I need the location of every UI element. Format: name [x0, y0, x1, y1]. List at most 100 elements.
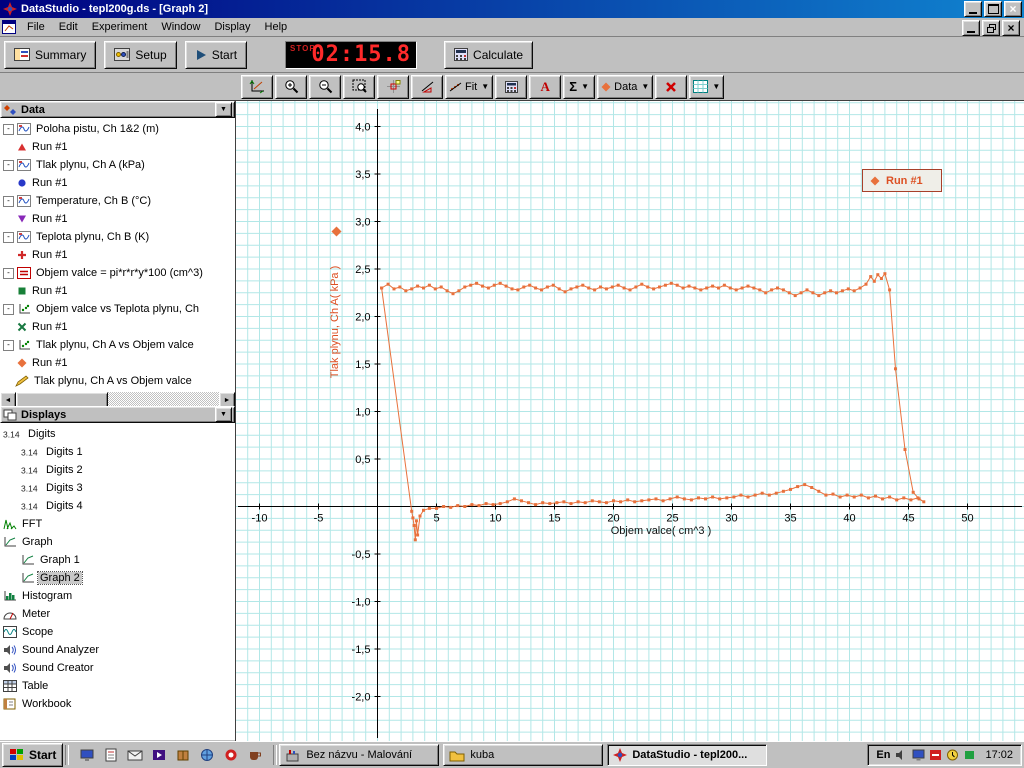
display-item-digits-4[interactable]: 3.14 Digits 4 — [0, 497, 235, 515]
scale-to-fit-button[interactable] — [241, 74, 273, 99]
tray-antivirus-icon[interactable] — [929, 749, 942, 761]
display-item-scope[interactable]: Scope — [0, 623, 235, 641]
maximize-button[interactable] — [984, 1, 1002, 17]
tray-volume-icon[interactable] — [895, 749, 908, 761]
collapse-toggle[interactable]: - — [3, 231, 14, 243]
data-dropdown-button[interactable]: Data ▼ — [597, 74, 654, 99]
minimize-button[interactable] — [964, 1, 982, 17]
setup-button[interactable]: Setup — [104, 40, 177, 69]
collapse-toggle[interactable]: - — [3, 267, 14, 279]
calculate-button[interactable]: Calculate — [444, 40, 534, 69]
menu-window[interactable]: Window — [154, 19, 207, 35]
task-button[interactable]: kuba — [443, 744, 604, 766]
display-item-histogram[interactable]: Histogram — [0, 587, 235, 605]
data-source-item[interactable]: - Poloha pistu, Ch 1&2 (m) — [0, 120, 235, 138]
graph-settings-icon — [693, 80, 709, 93]
data-source-item[interactable]: - Tlak plynu, Ch A vs Objem valce — [0, 336, 235, 354]
display-item-fft[interactable]: FFT — [0, 515, 235, 533]
fit-dropdown-button[interactable]: Fit ▼ — [445, 74, 494, 99]
collapse-toggle[interactable]: - — [3, 303, 14, 315]
chart-plot[interactable]: -10 -5 5 10 15 20 25 30 35 40 45 50 4,0 3,5 3,0 2,5 2,0 1… — [236, 101, 1024, 741]
data-source-item[interactable]: - Tlak plynu, Ch A (kPa) — [0, 156, 235, 174]
quicklaunch-package-icon[interactable] — [173, 745, 193, 765]
data-run-item[interactable]: Run #1 — [0, 354, 235, 372]
collapse-toggle[interactable]: - — [3, 159, 14, 171]
task-button[interactable]: DataStudio - tepl200... — [607, 744, 768, 766]
slope-tool-button[interactable] — [411, 74, 443, 99]
tray-display-icon[interactable] — [912, 749, 925, 761]
data-source-item[interactable]: - Teplota plynu, Ch B (K) — [0, 228, 235, 246]
menu-edit[interactable]: Edit — [52, 19, 85, 35]
data-run-item[interactable]: Run #1 — [0, 138, 235, 156]
display-item-digits-1[interactable]: 3.14 Digits 1 — [0, 443, 235, 461]
display-item-digits-2[interactable]: 3.14 Digits 2 — [0, 461, 235, 479]
zoom-in-button[interactable] — [275, 74, 307, 99]
collapse-toggle[interactable]: - — [3, 339, 14, 351]
collapse-toggle[interactable]: - — [3, 123, 14, 135]
calculate-tool-button[interactable] — [495, 74, 528, 99]
quicklaunch-coffee-icon[interactable] — [245, 745, 265, 765]
display-item-workbook[interactable]: Workbook — [0, 695, 235, 713]
data-run-item[interactable]: Run #1 — [0, 282, 235, 300]
menu-experiment[interactable]: Experiment — [85, 19, 155, 35]
remove-data-button[interactable] — [655, 74, 688, 99]
close-button[interactable]: × — [1004, 1, 1022, 17]
displays-panel-header[interactable]: Displays ▼ — [0, 406, 235, 423]
display-item-table[interactable]: Table — [0, 677, 235, 695]
display-item-sound-creator[interactable]: Sound Creator — [0, 659, 235, 677]
mdi-minimize-button[interactable] — [962, 20, 980, 36]
quicklaunch-mail-icon[interactable] — [125, 745, 145, 765]
data-source-item[interactable]: - Temperature, Ch B (°C) — [0, 192, 235, 210]
data-run-item[interactable]: Run #1 — [0, 246, 235, 264]
statistics-dropdown-button[interactable]: Σ ▼ — [563, 74, 596, 99]
smart-tool-button[interactable] — [377, 74, 409, 99]
scrollbar-track[interactable] — [16, 392, 219, 408]
start-button[interactable]: Start — [184, 40, 248, 69]
data-source-item[interactable]: - Objem valce vs Teplota plynu, Ch — [0, 300, 235, 318]
data-run-item[interactable]: Run #1 — [0, 174, 235, 192]
data-source-item[interactable]: Tlak plynu, Ch A vs Objem valce — [0, 372, 235, 390]
y-axis-title[interactable]: Tlak plynu, Ch A( kPa ) — [329, 222, 341, 422]
quicklaunch-document-icon[interactable] — [101, 745, 121, 765]
x-axis-title[interactable]: Objem valce( cm^3 ) — [566, 525, 756, 537]
mdi-document-icon[interactable] — [2, 20, 16, 34]
tray-green-icon[interactable] — [963, 749, 976, 761]
display-item-graph-2[interactable]: Graph 2 — [0, 569, 235, 587]
display-item-digits[interactable]: 3.14 Digits — [0, 425, 235, 443]
taskbar-clock[interactable]: 17:02 — [985, 749, 1013, 761]
menu-display[interactable]: Display — [207, 19, 257, 35]
display-item-graph-1[interactable]: Graph 1 — [0, 551, 235, 569]
data-panel-menu-button[interactable]: ▼ — [215, 102, 232, 117]
graph-settings-dropdown-button[interactable]: ▼ — [689, 74, 725, 99]
display-item-sound-analyzer[interactable]: Sound Analyzer — [0, 641, 235, 659]
menu-help[interactable]: Help — [258, 19, 295, 35]
data-tree-hscrollbar[interactable]: ◄ ► — [0, 392, 235, 408]
task-button[interactable]: Bez názvu - Malování — [279, 744, 440, 766]
zoom-select-button[interactable] — [343, 74, 375, 99]
mdi-restore-button[interactable] — [982, 20, 1000, 36]
display-item-digits-3[interactable]: 3.14 Digits 3 — [0, 479, 235, 497]
keyboard-language-indicator[interactable]: En — [876, 749, 890, 761]
tray-schedule-icon[interactable] — [946, 749, 959, 761]
data-run-item[interactable]: Run #1 — [0, 318, 235, 336]
start-menu-button[interactable]: Start — [2, 743, 64, 767]
quicklaunch-red-app-icon[interactable] — [221, 745, 241, 765]
data-run-item[interactable]: Run #1 — [0, 210, 235, 228]
display-item-meter[interactable]: Meter — [0, 605, 235, 623]
text-annotation-button[interactable]: A — [529, 74, 562, 99]
quicklaunch-media-icon[interactable] — [149, 745, 169, 765]
mdi-close-button[interactable]: × — [1002, 20, 1020, 36]
summary-button[interactable]: Summary — [4, 40, 97, 69]
display-item-graph[interactable]: Graph — [0, 533, 235, 551]
chart-legend[interactable]: Run #1 — [862, 169, 942, 192]
displays-panel-menu-button[interactable]: ▼ — [215, 407, 232, 422]
quicklaunch-desktop-icon[interactable] — [77, 745, 97, 765]
display-item-label: FFT — [22, 518, 43, 530]
data-source-item[interactable]: - Objem valce = pi*r*r*y*100 (cm^3) — [0, 264, 235, 282]
quicklaunch-globe-icon[interactable] — [197, 745, 217, 765]
menu-file[interactable]: File — [20, 19, 52, 35]
data-panel-header[interactable]: Data ▼ — [0, 101, 235, 118]
zoom-out-button[interactable] — [309, 74, 341, 99]
graph-display-area[interactable]: -10 -5 5 10 15 20 25 30 35 40 45 50 4,0 3,5 3,0 2,5 2,0 1… — [236, 101, 1024, 741]
collapse-toggle[interactable]: - — [3, 195, 14, 207]
